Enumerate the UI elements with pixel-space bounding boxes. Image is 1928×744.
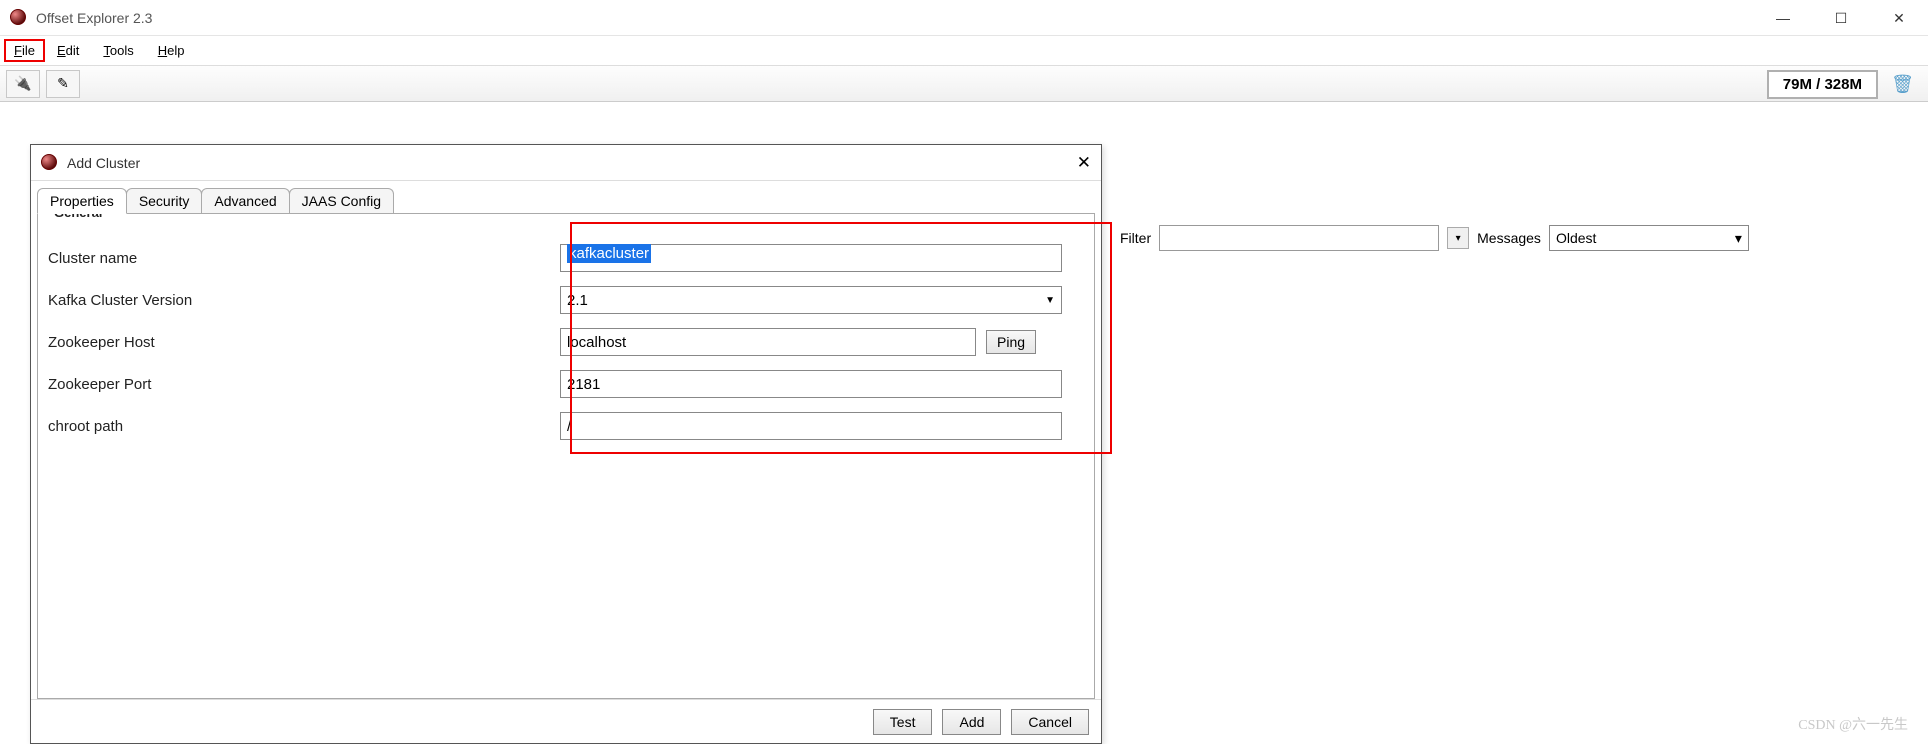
filter-label: Filter — [1120, 230, 1151, 246]
toolbar: 🔌 ✎ 79M / 328M 🗑 — [0, 66, 1928, 102]
add-cluster-dialog: Add Cluster ✕ Properties Security Advanc… — [30, 144, 1102, 744]
menu-bar: File Edit Tools Help — [0, 36, 1928, 66]
chevron-down-icon: ▾ — [1735, 230, 1742, 247]
dialog-footer: Test Add Cancel — [31, 699, 1101, 743]
cancel-button[interactable]: Cancel — [1011, 709, 1089, 735]
edit-button[interactable]: ✎ — [46, 70, 80, 98]
plug-plus-icon: 🔌 — [14, 75, 31, 92]
menu-help[interactable]: Help — [146, 39, 197, 62]
app-icon — [10, 9, 28, 27]
pencil-icon: ✎ — [57, 75, 69, 92]
filter-input[interactable] — [1159, 225, 1439, 251]
tab-advanced[interactable]: Advanced — [201, 188, 289, 214]
dialog-tabs: Properties Security Advanced JAAS Config — [31, 181, 1101, 213]
memory-status: 79M / 328M — [1767, 70, 1878, 99]
test-button[interactable]: Test — [873, 709, 933, 735]
menu-tools[interactable]: Tools — [91, 39, 145, 62]
app-icon — [41, 154, 59, 172]
filter-dropdown-button[interactable]: ▾ — [1447, 227, 1469, 249]
minimize-button[interactable]: — — [1754, 0, 1812, 36]
label-cluster-name: Cluster name — [48, 250, 560, 267]
watermark: CSDN @六一先生 — [1798, 714, 1908, 734]
label-chroot-path: chroot path — [48, 418, 560, 435]
dialog-title: Add Cluster — [67, 155, 140, 171]
messages-label: Messages — [1477, 230, 1541, 246]
dialog-close-button[interactable]: ✕ — [1077, 153, 1091, 173]
label-zookeeper-port: Zookeeper Port — [48, 376, 560, 393]
close-button[interactable]: ✕ — [1870, 0, 1928, 36]
highlight-box — [570, 222, 1112, 454]
messages-selected-value: Oldest — [1556, 230, 1596, 246]
dialog-titlebar: Add Cluster ✕ — [31, 145, 1101, 181]
menu-file[interactable]: File — [4, 39, 45, 62]
label-kafka-version: Kafka Cluster Version — [48, 292, 560, 309]
main-titlebar: Offset Explorer 2.3 — ☐ ✕ — [0, 0, 1928, 36]
tab-jaas-config[interactable]: JAAS Config — [289, 188, 394, 214]
tab-body-properties: General Cluster name kafkacluster Kafka … — [37, 213, 1095, 699]
window-controls: — ☐ ✕ — [1754, 0, 1928, 36]
menu-file-label: ile — [22, 43, 35, 58]
menu-edit[interactable]: Edit — [45, 39, 91, 62]
label-zookeeper-host: Zookeeper Host — [48, 334, 560, 351]
trash-icon[interactable]: 🗑 — [1891, 74, 1914, 95]
messages-select[interactable]: Oldest ▾ — [1549, 225, 1749, 251]
tab-properties[interactable]: Properties — [37, 188, 127, 214]
add-connection-button[interactable]: 🔌 — [6, 70, 40, 98]
tab-security[interactable]: Security — [126, 188, 203, 214]
maximize-button[interactable]: ☐ — [1812, 0, 1870, 36]
chevron-down-icon: ▾ — [1456, 233, 1461, 244]
app-title: Offset Explorer 2.3 — [36, 10, 152, 26]
add-button[interactable]: Add — [942, 709, 1001, 735]
filter-toolbar: Filter ▾ Messages Oldest ▾ — [1120, 225, 1749, 251]
